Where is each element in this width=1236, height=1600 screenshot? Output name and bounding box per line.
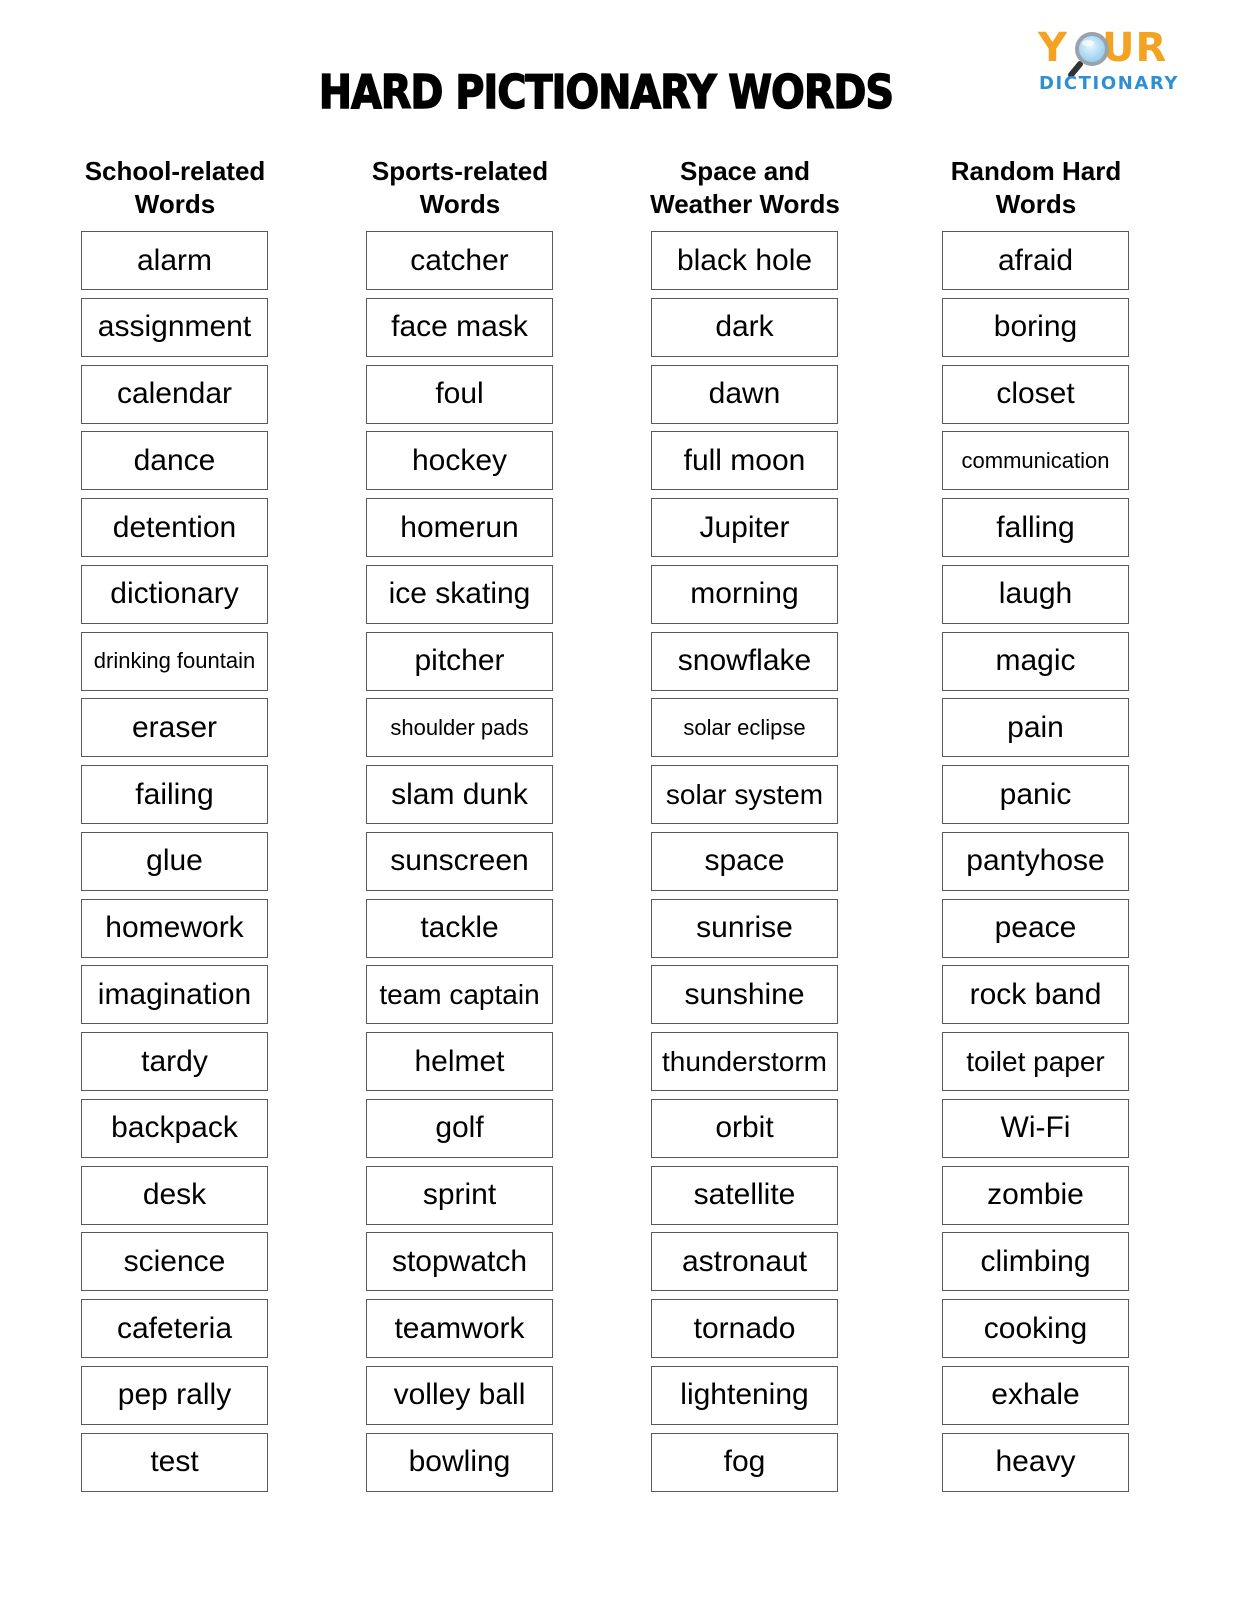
word-card: panic: [942, 765, 1129, 824]
word-card: toilet paper: [942, 1032, 1129, 1091]
word-card: zombie: [942, 1165, 1129, 1225]
word-card: space: [651, 831, 838, 891]
word-card: rock band: [942, 965, 1129, 1025]
word-card: laugh: [942, 564, 1129, 624]
word-card: tardy: [81, 1032, 268, 1091]
word-card: dark: [651, 297, 838, 357]
word-card: Jupiter: [651, 498, 838, 557]
word-card: magic: [942, 631, 1129, 691]
word-card: astronaut: [651, 1232, 838, 1292]
page-title: HARD PICTIONARY WORDS: [318, 64, 895, 120]
word-card: detention: [81, 498, 268, 557]
word-card: lightening: [651, 1365, 838, 1425]
word-card: slam dunk: [366, 765, 553, 824]
word-card: test: [81, 1432, 268, 1492]
word-card: tornado: [651, 1299, 838, 1358]
word-card: orbit: [651, 1098, 838, 1158]
word-card: shoulder pads: [366, 698, 553, 758]
word-card: team captain: [366, 965, 553, 1025]
word-card: bowling: [366, 1432, 553, 1492]
word-card: hockey: [366, 431, 553, 491]
word-card: assignment: [81, 297, 268, 357]
word-card: face mask: [366, 297, 553, 357]
word-card: sunshine: [651, 965, 838, 1025]
word-card: black hole: [651, 231, 838, 290]
word-card: morning: [651, 564, 838, 624]
word-card: pitcher: [366, 631, 553, 691]
word-card: peace: [942, 898, 1129, 958]
column-heading-line2: Words: [419, 189, 501, 219]
word-card: exhale: [942, 1365, 1129, 1425]
word-card: satellite: [651, 1165, 838, 1225]
word-card: falling: [942, 498, 1129, 557]
word-card: stopwatch: [366, 1232, 553, 1292]
word-card: sunscreen: [366, 831, 553, 891]
word-card: golf: [366, 1098, 553, 1158]
word-card: backpack: [81, 1098, 268, 1158]
word-card: solar eclipse: [651, 698, 838, 758]
column-heading-line1: Sports-related: [371, 156, 549, 186]
column-heading-line2: Words: [134, 189, 216, 219]
column-heading-line1: School-related: [84, 156, 266, 186]
word-card: homework: [81, 898, 268, 958]
word-card: homerun: [366, 498, 553, 557]
word-card: volley ball: [366, 1365, 553, 1425]
word-card: communication: [942, 431, 1129, 491]
word-card: pep rally: [81, 1365, 268, 1425]
word-card: thunderstorm: [651, 1032, 838, 1091]
word-card: boring: [942, 297, 1129, 357]
word-card: sprint: [366, 1165, 553, 1225]
logo-wordmark-dictionary: DICTIONARY: [1039, 73, 1180, 94]
word-card: snowflake: [651, 631, 838, 691]
word-card: heavy: [942, 1432, 1129, 1492]
word-card: Wi-Fi: [942, 1098, 1129, 1158]
word-card: failing: [81, 765, 268, 824]
logo-letter-y: Y: [1038, 25, 1068, 71]
word-card: ice skating: [366, 564, 553, 624]
word-card: dictionary: [81, 564, 268, 624]
column-heading-line1: Space and: [679, 156, 811, 186]
word-card: cooking: [942, 1299, 1129, 1358]
word-card: drinking fountain: [81, 631, 268, 691]
word-card: helmet: [366, 1032, 553, 1091]
word-card: catcher: [366, 231, 553, 290]
word-card: glue: [81, 831, 268, 891]
word-card: cafeteria: [81, 1299, 268, 1358]
word-card: solar system: [651, 765, 838, 824]
word-card: desk: [81, 1165, 268, 1225]
column-heading-line2: Weather Words: [650, 189, 840, 219]
column-heading-line2: Words: [995, 189, 1077, 219]
column-heading: Space and Weather Words: [601, 155, 889, 221]
word-card: afraid: [942, 231, 1129, 290]
word-card: full moon: [651, 431, 838, 491]
word-card: tackle: [366, 898, 553, 958]
word-card: pain: [942, 698, 1129, 758]
yourdictionary-logo[interactable]: Y UR DICTIONARY: [1036, 26, 1186, 98]
column-heading: Sports-related Words: [316, 155, 604, 221]
word-card: imagination: [81, 965, 268, 1025]
word-card: sunrise: [651, 898, 838, 958]
word-card: eraser: [81, 698, 268, 758]
word-card: alarm: [81, 231, 268, 290]
word-card: dawn: [651, 364, 838, 424]
column-heading: Random Hard Words: [892, 155, 1180, 221]
word-card: pantyhose: [942, 831, 1129, 891]
word-card: closet: [942, 364, 1129, 424]
word-card: calendar: [81, 364, 268, 424]
column-heading-line1: Random Hard: [950, 156, 1122, 186]
word-card: climbing: [942, 1232, 1129, 1292]
word-card: foul: [366, 364, 553, 424]
word-card: science: [81, 1232, 268, 1292]
column-heading: School-related Words: [31, 155, 319, 221]
word-card: fog: [651, 1432, 838, 1492]
word-card: dance: [81, 431, 268, 491]
word-card: teamwork: [366, 1299, 553, 1358]
